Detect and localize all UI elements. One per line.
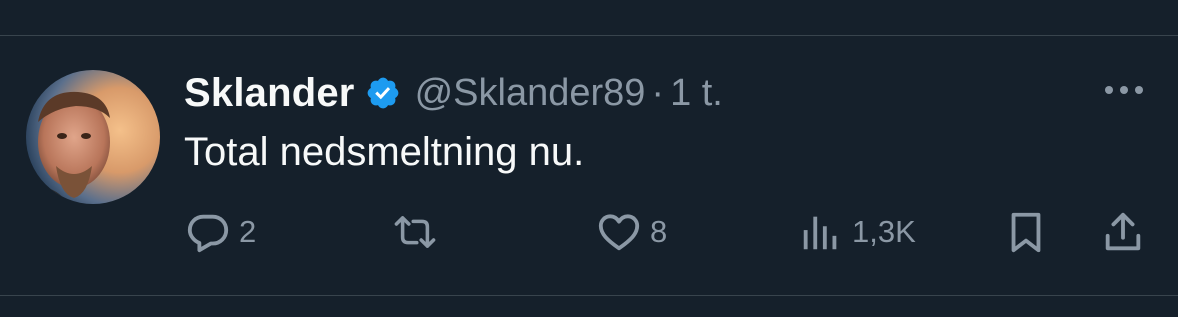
retweet-button[interactable] bbox=[392, 205, 446, 259]
reply-icon bbox=[185, 209, 231, 255]
verified-badge-icon bbox=[365, 75, 401, 111]
share-button[interactable] bbox=[1100, 205, 1146, 259]
tweet-actions: 2 8 1,3K bbox=[0, 205, 1178, 259]
bottom-divider bbox=[0, 295, 1178, 296]
tweet-timestamp[interactable]: 1 t. bbox=[670, 72, 723, 115]
heart-icon bbox=[596, 209, 642, 255]
top-divider bbox=[0, 35, 1178, 36]
views-chart-icon bbox=[798, 209, 844, 255]
meta-separator: · bbox=[651, 71, 665, 114]
share-icon bbox=[1100, 209, 1146, 255]
tweet-card[interactable]: Sklander @Sklander89 · 1 t. Total nedsme… bbox=[0, 0, 1178, 317]
tweet-header: Sklander @Sklander89 · 1 t. bbox=[184, 66, 723, 120]
view-count: 1,3K bbox=[852, 214, 916, 249]
retweet-icon bbox=[392, 209, 438, 255]
avatar[interactable] bbox=[26, 70, 160, 204]
bookmark-button[interactable] bbox=[1003, 205, 1049, 259]
bookmark-icon bbox=[1003, 209, 1049, 255]
like-button[interactable]: 8 bbox=[596, 205, 667, 259]
reply-count: 2 bbox=[239, 214, 257, 249]
avatar-image bbox=[26, 70, 160, 204]
user-handle[interactable]: @Sklander89 bbox=[415, 72, 646, 115]
tweet-text: Total nedsmeltning nu. bbox=[184, 130, 585, 174]
more-button[interactable] bbox=[1100, 78, 1148, 104]
like-count: 8 bbox=[650, 214, 668, 249]
display-name[interactable]: Sklander bbox=[184, 71, 355, 116]
views-button[interactable]: 1,3K bbox=[798, 205, 916, 259]
reply-button[interactable]: 2 bbox=[185, 205, 256, 259]
more-dots-icon bbox=[1104, 82, 1144, 100]
